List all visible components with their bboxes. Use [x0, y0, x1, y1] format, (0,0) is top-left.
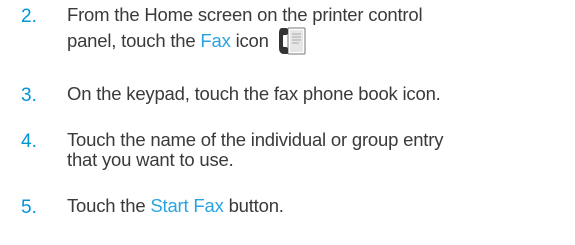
- step-text-line: icon: [230, 30, 269, 51]
- step-text-line: that you want to use.: [67, 149, 234, 170]
- step-text-line: Touch the name of the individual or grou…: [67, 129, 444, 150]
- step-text: Touch the Start Fax button.: [67, 196, 567, 216]
- fax-icon: [277, 25, 309, 57]
- step-text-line: From the Home screen on the printer cont…: [67, 4, 423, 25]
- step-number: 4.: [21, 131, 37, 152]
- fax-link: Fax: [200, 30, 231, 51]
- step-text-line: panel, touch the: [67, 30, 201, 51]
- step-text: Touch the name of the individual or grou…: [67, 130, 567, 170]
- step-text-suffix: button.: [223, 195, 284, 216]
- start-fax-link: Start Fax: [150, 195, 224, 216]
- step-text: On the keypad, touch the fax phone book …: [67, 83, 441, 104]
- step-text-prefix: Touch the: [67, 195, 151, 216]
- step-number: 5.: [21, 197, 37, 218]
- step-text: From the Home screen on the printer cont…: [67, 5, 567, 57]
- step-number: 2.: [21, 6, 37, 27]
- step-number: 3.: [21, 85, 37, 106]
